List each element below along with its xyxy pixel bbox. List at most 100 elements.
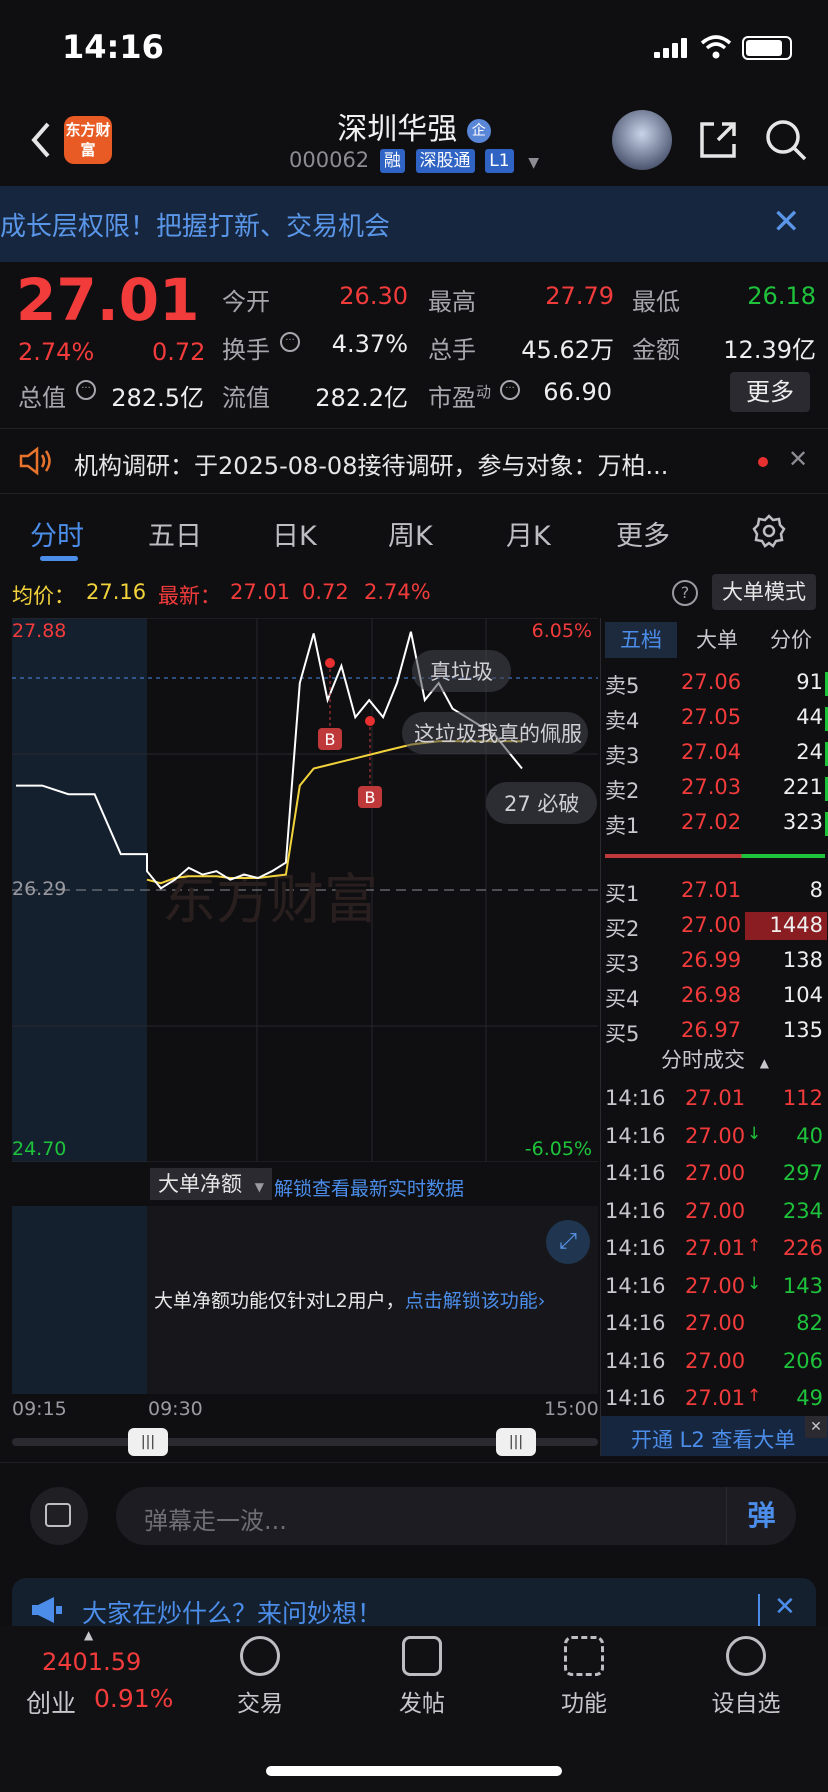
tab-daily-k[interactable]: 日K: [272, 514, 317, 553]
trade-row: 14:16 27.00 82: [601, 1307, 828, 1345]
latest-label: 最新：: [158, 584, 221, 608]
help-icon[interactable]: ?: [672, 580, 698, 606]
trade-row: 14:16 27.01 ↑ 226: [601, 1232, 828, 1270]
danmaku-settings-icon[interactable]: [30, 1487, 88, 1545]
bid-price: 27.01: [681, 878, 742, 902]
ask-price: 27.06: [681, 670, 742, 694]
high-label: 最高: [428, 288, 476, 316]
tab-intraday[interactable]: 分时: [30, 514, 84, 553]
close-icon[interactable]: ✕: [805, 1416, 827, 1438]
bid-row[interactable]: 买3 26.99 138: [601, 944, 828, 979]
settings-icon[interactable]: [752, 514, 786, 548]
unlock-feature-link[interactable]: 点击解锁该功能: [405, 1290, 538, 1312]
indicator-dropdown[interactable]: 大单净额 ▼: [150, 1168, 272, 1200]
ask-row[interactable]: 卖4 27.05 44: [601, 701, 828, 736]
bid-row[interactable]: 买1 27.01 8: [601, 874, 828, 909]
bid-label: 买3: [605, 952, 640, 976]
trade-price: 27.00: [685, 1161, 746, 1185]
nav-post[interactable]: 发帖: [362, 1636, 482, 1718]
comment-bar: 弹幕走一波... 弹: [0, 1462, 828, 1566]
battery-icon: [742, 36, 792, 60]
ask-promo-text: 大家在炒什么？来问妙想！: [82, 1599, 383, 1628]
turnover-label: 换手: [222, 336, 270, 364]
tab-five-day[interactable]: 五日: [148, 514, 202, 553]
nav-add-watchlist[interactable]: 设自选: [686, 1636, 806, 1718]
danmaku-bubble: 27 必破: [486, 782, 598, 824]
tab-five-levels[interactable]: 五档: [605, 622, 677, 658]
promo-banner[interactable]: 成长层权限！把握打新、交易机会 ✕: [0, 186, 828, 262]
ask-row[interactable]: 卖3 27.04 24: [601, 736, 828, 771]
bottom-nav: ▲ 2401.59 创业 0.91% 交易 发帖 功能 设自选: [0, 1626, 828, 1792]
close-icon[interactable]: ✕: [774, 1592, 796, 1622]
y-axis-bottom-label: 24.70: [12, 1138, 67, 1160]
pe-superscript: 动: [476, 383, 492, 401]
big-order-mode-button[interactable]: 大单模式: [712, 574, 816, 610]
range-slider-left-handle[interactable]: |||: [128, 1428, 168, 1456]
nav-trade[interactable]: 交易: [200, 1636, 320, 1718]
range-slider-right-handle[interactable]: |||: [496, 1428, 536, 1456]
bid-volume: 104: [782, 983, 823, 1007]
unlock-link[interactable]: 解锁查看最新实时数据: [274, 1174, 464, 1201]
chevron-down-icon: ▼: [254, 1180, 264, 1194]
trades-title-row[interactable]: 分时成交 ▲: [601, 1044, 828, 1080]
index-widget[interactable]: ▲ 2401.59 创业 0.91%: [0, 1626, 173, 1736]
trade-time: 14:16: [605, 1348, 666, 1373]
danmaku-bubble: 真垃圾: [412, 650, 511, 692]
pct-axis-bottom-label: -6.05%: [524, 1138, 592, 1160]
open-label: 今开: [222, 288, 270, 316]
buy-marker-label: B: [325, 730, 336, 749]
ob-tabs: 五档 大单 分价: [601, 618, 828, 662]
intraday-chart[interactable]: 东方财富 B B 27.88 26.29 24.70 6.05% -6.05% …: [12, 617, 598, 1163]
status-time: 14:16: [62, 28, 164, 66]
info-icon[interactable]: ···: [280, 332, 300, 352]
signal-icon: [654, 38, 688, 58]
trade-price: 27.00: [685, 1273, 746, 1298]
sub-chart-header: 大单净额 ▼ 解锁查看最新实时数据: [12, 1166, 598, 1206]
amount-value: 12.39亿: [723, 336, 816, 364]
close-icon[interactable]: ✕: [788, 445, 808, 473]
trade-marker-dot: [325, 658, 335, 668]
notice-bar[interactable]: 机构调研：于2025-08-08接待调研，参与对象：万柏... ✕: [0, 428, 828, 494]
wifi-icon: [700, 35, 732, 59]
trade-row: 14:16 27.01 112: [601, 1082, 828, 1120]
caret-up-icon: ▲: [759, 1056, 769, 1070]
ask-row[interactable]: 卖2 27.03 221: [601, 771, 828, 806]
ask-row[interactable]: 卖1 27.02 323: [601, 806, 828, 841]
trade-price: 27.00: [685, 1348, 746, 1373]
assistant-avatar[interactable]: [612, 110, 672, 170]
intraday-chart-svg[interactable]: 东方财富 B B: [12, 617, 598, 1163]
ask-label: 卖1: [605, 814, 640, 838]
x-axis-close: 15:00: [544, 1398, 599, 1420]
ask-row[interactable]: 卖5 27.06 91: [601, 666, 828, 701]
pe-label: 市盈动: [428, 378, 491, 413]
trade-arrow: ↓: [747, 1123, 762, 1144]
ask-label: 卖3: [605, 744, 640, 768]
search-icon[interactable]: [764, 118, 808, 162]
tab-big-orders[interactable]: 大单: [681, 622, 753, 658]
chevron-down-icon: ▼: [528, 155, 539, 171]
ask-volume: 221: [782, 775, 823, 799]
info-icon[interactable]: ···: [76, 380, 96, 400]
trade-price: 27.00: [685, 1123, 746, 1148]
tab-monthly-k[interactable]: 月K: [506, 514, 551, 553]
divider: [758, 1594, 760, 1626]
tab-more[interactable]: 更多: [616, 514, 670, 553]
nav-functions[interactable]: 功能: [524, 1636, 644, 1718]
tab-price-distribution[interactable]: 分价: [755, 622, 827, 658]
trade-arrow: ↑: [747, 1386, 762, 1406]
share-icon[interactable]: [696, 118, 740, 162]
tab-weekly-k[interactable]: 周K: [388, 514, 433, 553]
bid-row[interactable]: 买4 26.98 104: [601, 979, 828, 1014]
more-button[interactable]: 更多: [730, 372, 810, 412]
tag-margin: 融: [379, 149, 405, 173]
bid-volume: 1448: [769, 913, 823, 937]
l2-promo-bar[interactable]: 开通 L2 查看大单 ✕: [601, 1416, 828, 1456]
send-danmaku-button[interactable]: 弹: [726, 1487, 796, 1545]
close-icon[interactable]: ✕: [772, 202, 801, 242]
ask-price: 27.02: [681, 810, 742, 834]
send-danmaku-label: 弹: [747, 1499, 776, 1532]
bid-row[interactable]: 买2 27.00 1448: [601, 909, 828, 944]
x-axis-open: 09:30: [148, 1398, 203, 1420]
danmaku-input[interactable]: 弹幕走一波... 弹: [116, 1487, 796, 1545]
expand-icon[interactable]: ⤢: [546, 1220, 590, 1264]
